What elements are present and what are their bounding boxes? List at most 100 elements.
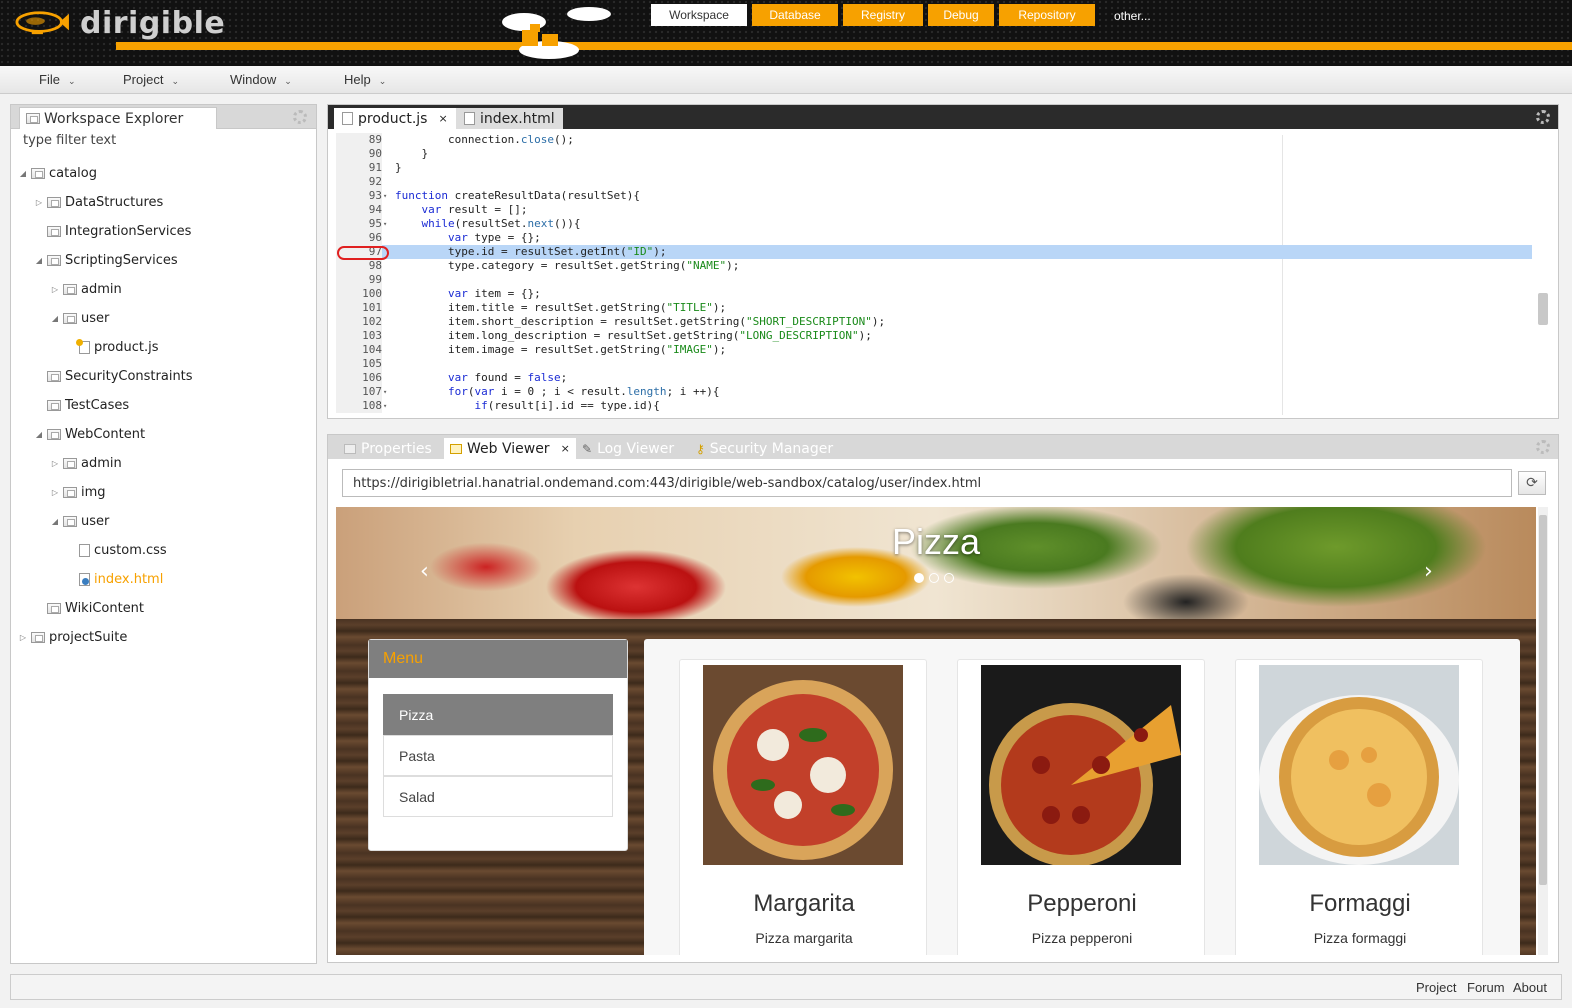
menu-item-pizza[interactable]: Pizza [383,694,613,735]
footer-link-project[interactable]: Project [1416,980,1456,995]
tree-item[interactable]: SecurityConstraints [35,366,193,386]
carousel-dot[interactable] [914,573,924,583]
code-line[interactable]: 99 [336,273,1532,287]
menu-project[interactable]: Project ⌄ [123,72,179,87]
menu-help[interactable]: Help ⌄ [344,72,386,87]
tree-item[interactable]: index.html [67,569,163,589]
tab-web-viewer[interactable]: Web Viewer × [444,438,576,459]
tab-workspace-explorer[interactable]: Workspace Explorer [19,107,217,129]
code-line[interactable]: 89 connection.close(); [336,133,1532,147]
product-card[interactable]: Margarita Pizza margarita [679,659,927,955]
tree-item[interactable]: ◢ WebContent [35,424,145,444]
tree-item[interactable]: ◢ user [51,511,109,531]
tab-security-manager[interactable]: ⚷ Security Manager [690,438,839,459]
expanded-arrow-icon[interactable]: ◢ [51,314,59,323]
code-line[interactable]: 100 var item = {}; [336,287,1532,301]
line-number[interactable]: 104 [336,343,382,357]
fold-arrow-icon[interactable]: ▾ [383,217,391,231]
editor-scrollbar[interactable] [1538,293,1548,325]
filter-input[interactable]: type filter text [23,133,116,148]
line-number[interactable]: 105 [336,357,382,371]
line-number[interactable]: 93 [336,189,382,203]
line-number[interactable]: 98 [336,259,382,273]
tree-item[interactable]: ▷ projectSuite [19,627,127,647]
tab-index-html[interactable]: index.html [456,108,563,129]
code-line[interactable]: 106 var found = false; [336,371,1532,385]
line-number[interactable]: 100 [336,287,382,301]
tab-product-js[interactable]: product.js × [334,108,456,129]
tree-item[interactable]: ▷ admin [51,279,122,299]
tree-item[interactable]: ▷ DataStructures [35,192,163,212]
line-number[interactable]: 99 [336,273,382,287]
gear-icon[interactable] [1536,110,1550,124]
tree-item[interactable]: WikiContent [35,598,144,618]
tree-item[interactable]: ▷ admin [51,453,122,473]
code-line[interactable]: 93 ▾ function createResultData(resultSet){ [336,189,1532,203]
close-icon[interactable]: × [561,442,570,455]
code-line[interactable]: 98 type.category = resultSet.getString("… [336,259,1532,273]
code-line[interactable]: 95 ▾ while(resultSet.next()){ [336,217,1532,231]
line-number[interactable]: 94 [336,203,382,217]
code-line[interactable]: 91} [336,161,1532,175]
fold-arrow-icon[interactable]: ▾ [383,189,391,203]
tab-registry[interactable]: Registry [843,4,923,26]
refresh-button[interactable]: ⟳ [1518,471,1546,495]
tab-database[interactable]: Database [752,4,838,26]
carousel-dot[interactable] [929,573,939,583]
tree-item[interactable]: custom.css [67,540,167,560]
tree-item[interactable]: ◢ catalog [19,163,97,183]
code-line[interactable]: 92 [336,175,1532,189]
tree-item[interactable]: TestCases [35,395,129,415]
menu-item-salad[interactable]: Salad [383,776,613,817]
footer-link-about[interactable]: About [1513,980,1547,995]
carousel-next-icon[interactable]: › [1424,559,1433,584]
web-viewer-scroll-thumb[interactable] [1539,515,1547,885]
tree-item[interactable]: IntegrationServices [35,221,191,241]
line-number[interactable]: 91 [336,161,382,175]
tree-item[interactable]: product.js [67,337,159,357]
code-line[interactable]: 97 type.id = resultSet.getInt("ID"); [336,245,1532,259]
line-number[interactable]: 101 [336,301,382,315]
code-line[interactable]: 101 item.title = resultSet.getString("TI… [336,301,1532,315]
line-number[interactable]: 95 [336,217,382,231]
code-line[interactable]: 104 item.image = resultSet.getString("IM… [336,343,1532,357]
collapsed-arrow-icon[interactable]: ▷ [51,459,59,468]
code-line[interactable]: 105 [336,357,1532,371]
carousel-prev-icon[interactable]: ‹ [420,559,429,584]
code-line[interactable]: 108 ▾ if(result[i].id == type.id){ [336,399,1532,413]
line-number[interactable]: 89 [336,133,382,147]
product-card[interactable]: Formaggi Pizza formaggi [1235,659,1483,955]
tree-item[interactable]: ▷ img [51,482,106,502]
line-number[interactable]: 92 [336,175,382,189]
collapsed-arrow-icon[interactable]: ▷ [51,488,59,497]
line-number[interactable]: 106 [336,371,382,385]
tree-item[interactable]: ◢ user [51,308,109,328]
code-line[interactable]: 94 var result = []; [336,203,1532,217]
line-number[interactable]: 102 [336,315,382,329]
fold-arrow-icon[interactable]: ▾ [383,399,391,413]
code-line[interactable]: 107 ▾ for(var i = 0 ; i < result.length; … [336,385,1532,399]
tab-log-viewer[interactable]: ✎ Log Viewer [576,438,680,459]
code-line[interactable]: 103 item.long_description = resultSet.ge… [336,329,1532,343]
carousel-dot[interactable] [944,573,954,583]
code-line[interactable]: 90 } [336,147,1532,161]
expanded-arrow-icon[interactable]: ◢ [19,169,27,178]
collapsed-arrow-icon[interactable]: ▷ [51,285,59,294]
tab-properties[interactable]: Properties [338,438,438,459]
url-input[interactable]: https://dirigibletrial.hanatrial.ondeman… [342,469,1512,497]
breakpoint-marker[interactable] [337,246,389,260]
expanded-arrow-icon[interactable]: ◢ [35,430,43,439]
code-area[interactable]: 89 connection.close(); 90 } 91} 92 93 ▾ functi… [336,133,1532,413]
line-number[interactable]: 108 [336,399,382,413]
footer-link-forum[interactable]: Forum [1467,980,1505,995]
collapsed-arrow-icon[interactable]: ▷ [35,198,43,207]
close-icon[interactable]: × [438,112,447,125]
tree-item[interactable]: ◢ ScriptingServices [35,250,178,270]
other-perspectives-link[interactable]: other... [1114,9,1151,23]
menu-window[interactable]: Window ⌄ [230,72,292,87]
line-number[interactable]: 103 [336,329,382,343]
product-card[interactable]: Pepperoni Pizza pepperoni [957,659,1205,955]
line-number[interactable]: 107 [336,385,382,399]
menu-file[interactable]: File ⌄ [39,72,76,87]
code-line[interactable]: 96 var type = {}; [336,231,1532,245]
